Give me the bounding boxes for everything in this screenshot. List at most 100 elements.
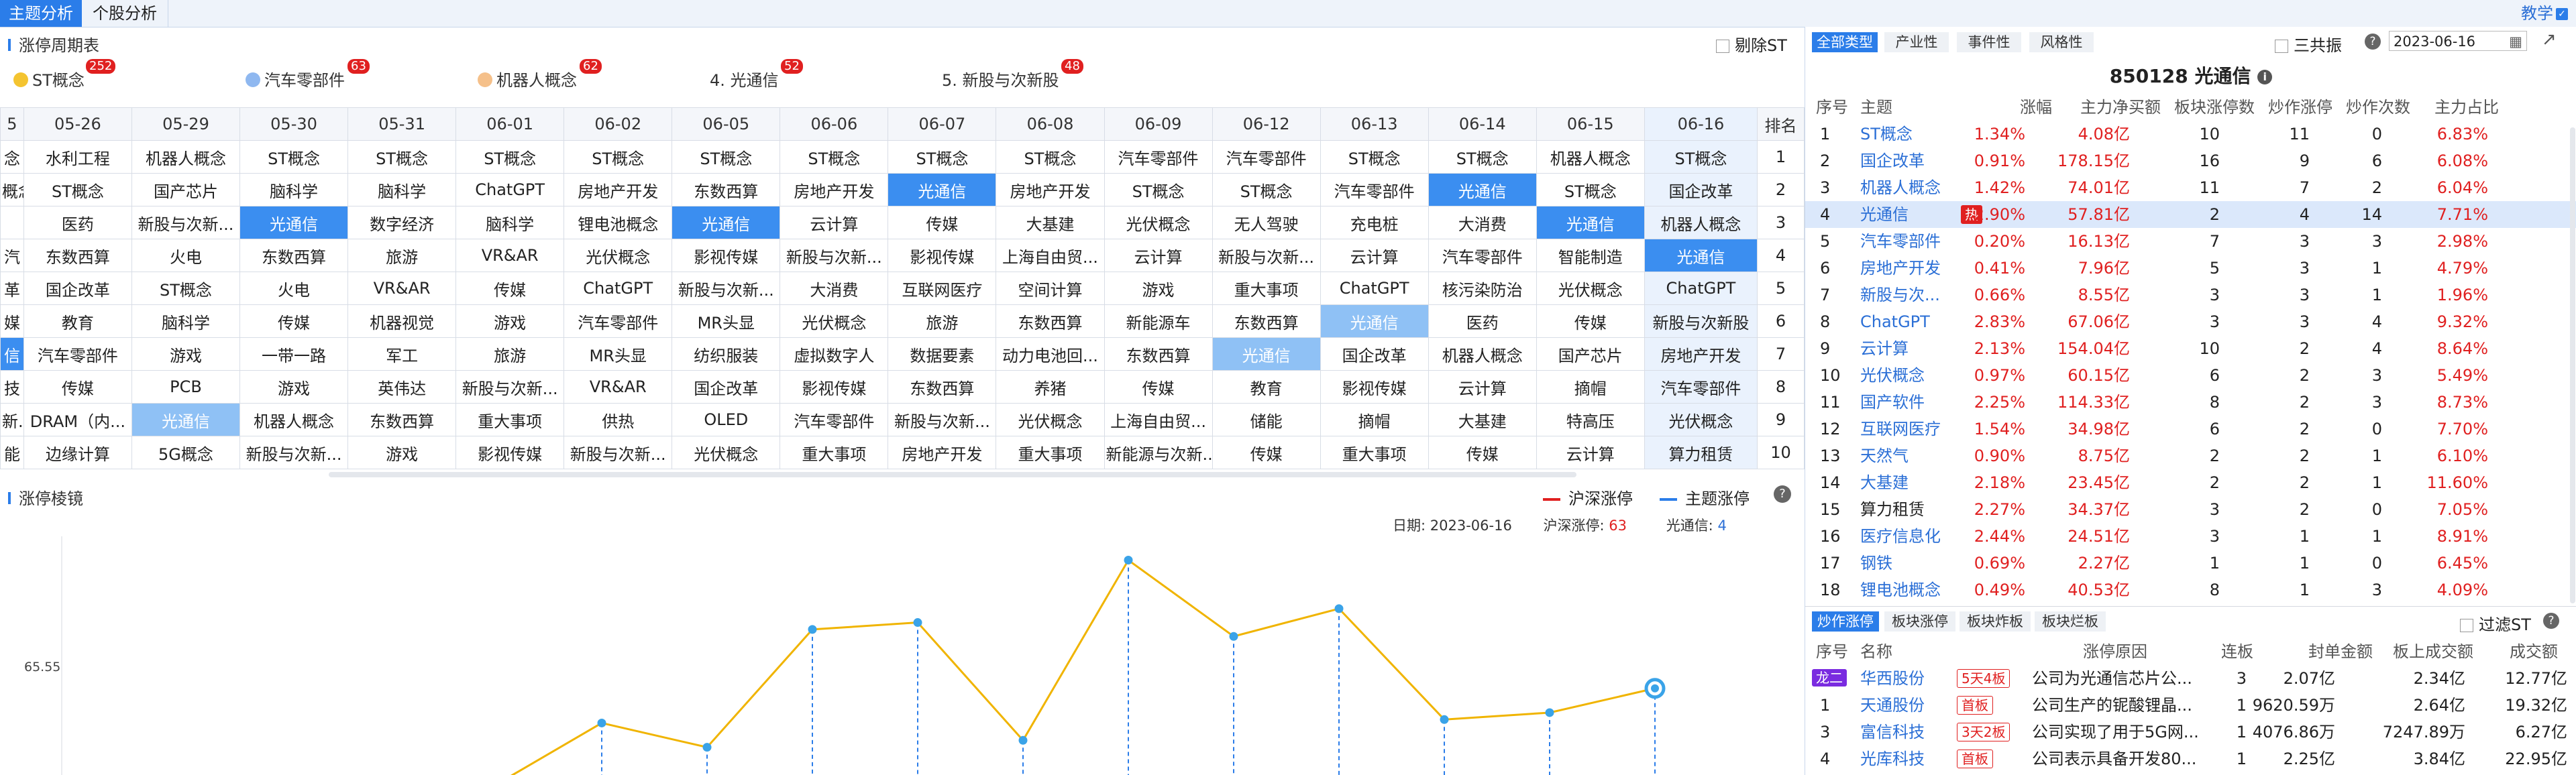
- theme-cell[interactable]: MR头显: [564, 337, 673, 371]
- theme-cell[interactable]: 光通信: [888, 173, 997, 206]
- theme-name[interactable]: 医疗信息化: [1860, 523, 1941, 550]
- theme-cell[interactable]: 火电: [131, 239, 241, 272]
- theme-row[interactable]: 1 ST概念 1.34% 4.08亿 10 11 0 6.83%: [1805, 121, 2576, 147]
- theme-cell[interactable]: 大基建: [996, 206, 1105, 239]
- theme-cell[interactable]: 机器人概念: [1536, 140, 1645, 174]
- theme-cell[interactable]: 新股与次新...: [239, 436, 349, 469]
- theme-cell[interactable]: 信: [0, 337, 24, 371]
- theme-cell[interactable]: 动力电池回...: [996, 337, 1105, 371]
- tab-style[interactable]: 风格性: [2029, 32, 2094, 52]
- theme-cell[interactable]: 媒: [0, 304, 24, 338]
- theme-cell[interactable]: 摘帽: [1536, 370, 1645, 404]
- theme-cell[interactable]: 新股与次新股: [1644, 304, 1758, 338]
- theme-cell[interactable]: 东数西算: [996, 304, 1105, 338]
- theme-cell[interactable]: 英伟达: [347, 370, 457, 404]
- theme-cell[interactable]: 游戏: [455, 304, 565, 338]
- theme-cell[interactable]: 国产芯片: [1536, 337, 1645, 371]
- theme-cell[interactable]: 脑科学: [131, 304, 241, 338]
- theme-row[interactable]: 18 锂电池概念 0.49% 40.53亿 8 1 3 4.09%: [1805, 577, 2576, 603]
- theme-cell[interactable]: 新...: [0, 403, 24, 436]
- stock-name[interactable]: 天通股份: [1860, 692, 1925, 719]
- horizontal-scrollbar[interactable]: [329, 472, 1576, 477]
- date-header-cell[interactable]: 06-05: [672, 107, 781, 141]
- sanggong-toggle[interactable]: 三共振: [2275, 32, 2342, 56]
- theme-cell[interactable]: ChatGPT: [455, 173, 565, 206]
- theme-cell[interactable]: 大基建: [1428, 403, 1537, 436]
- date-header-cell[interactable]: 06-07: [888, 107, 997, 141]
- sanggong-checkbox[interactable]: [2275, 40, 2288, 53]
- tab-industry[interactable]: 产业性: [1884, 32, 1949, 52]
- data-point[interactable]: [597, 718, 606, 727]
- theme-cell[interactable]: 光伏概念: [1536, 272, 1645, 305]
- expand-icon[interactable]: ↗: [2542, 29, 2557, 50]
- theme-cell[interactable]: 特高压: [1536, 403, 1645, 436]
- help-icon[interactable]: ?: [2543, 613, 2559, 629]
- theme-cell[interactable]: 传媒: [1536, 304, 1645, 338]
- theme-cell[interactable]: 光通信: [1536, 206, 1645, 239]
- theme-cell[interactable]: 储能: [1212, 403, 1321, 436]
- theme-cell[interactable]: 房地产开发: [888, 436, 997, 469]
- theme-cell[interactable]: 汽车零部件: [1428, 239, 1537, 272]
- date-header-cell[interactable]: 05-26: [23, 107, 132, 141]
- date-picker[interactable]: 2023-06-16 ▦: [2389, 31, 2527, 51]
- theme-cell[interactable]: 旅游: [455, 337, 565, 371]
- date-header-cell[interactable]: 06-01: [455, 107, 565, 141]
- theme-cell[interactable]: 重大事项: [780, 436, 889, 469]
- theme-cell[interactable]: 东数西算: [23, 239, 132, 272]
- theme-cell[interactable]: 传媒: [1104, 370, 1213, 404]
- calendar-icon[interactable]: ▦: [2509, 32, 2522, 52]
- theme-cell[interactable]: 脑科学: [347, 173, 457, 206]
- theme-cell[interactable]: 汽: [0, 239, 24, 272]
- theme-cell[interactable]: 重大事项: [996, 436, 1105, 469]
- theme-cell[interactable]: 脑科学: [239, 173, 349, 206]
- vertical-scrollbar[interactable]: [2570, 127, 2575, 603]
- theme-row[interactable]: 12 互联网医疗 1.54% 34.98亿 6 2 0 7.70%: [1805, 416, 2576, 442]
- theme-cell[interactable]: ST概念: [239, 140, 349, 174]
- theme-cell[interactable]: ST概念: [672, 140, 781, 174]
- theme-name[interactable]: 光伏概念: [1860, 362, 1925, 389]
- theme-row[interactable]: 2 国企改革 0.91% 178.15亿 16 9 6 6.08%: [1805, 147, 2576, 174]
- theme-cell[interactable]: 光伏概念: [780, 304, 889, 338]
- theme-cell[interactable]: 新能源与次新...: [1104, 436, 1213, 469]
- theme-cell[interactable]: 云计算: [1104, 239, 1213, 272]
- theme-cell[interactable]: 新股与次新...: [131, 206, 241, 239]
- theme-cell[interactable]: ST概念: [888, 140, 997, 174]
- theme-cell[interactable]: 影视传媒: [1320, 370, 1429, 404]
- theme-cell[interactable]: 新股与次新...: [1212, 239, 1321, 272]
- theme-cell[interactable]: 数据要素: [888, 337, 997, 371]
- theme-cell[interactable]: 重大事项: [1320, 436, 1429, 469]
- data-point[interactable]: [1545, 708, 1554, 717]
- theme-cell[interactable]: 云计算: [1536, 436, 1645, 469]
- theme-cell[interactable]: OLED: [672, 403, 781, 436]
- theme-cell[interactable]: 无人驾驶: [1212, 206, 1321, 239]
- theme-cell[interactable]: 传媒: [1428, 436, 1537, 469]
- theme-cell[interactable]: 光伏概念: [672, 436, 781, 469]
- theme-cell[interactable]: 一带一路: [239, 337, 349, 371]
- theme-cell[interactable]: 光伏概念: [564, 239, 673, 272]
- theme-cell[interactable]: 汽车零部件: [1104, 140, 1213, 174]
- exclude-st-toggle[interactable]: 剔除ST: [1716, 32, 1787, 56]
- theme-name[interactable]: 汽车零部件: [1860, 228, 1941, 255]
- theme-cell[interactable]: ChatGPT: [564, 272, 673, 305]
- theme-name[interactable]: 锂电池概念: [1860, 577, 1941, 603]
- theme-cell[interactable]: ST概念: [1104, 173, 1213, 206]
- data-point[interactable]: [808, 625, 817, 634]
- theme-cell[interactable]: 水利工程: [23, 140, 132, 174]
- theme-cell[interactable]: 纺织服装: [672, 337, 781, 371]
- theme-cell[interactable]: 汽车零部件: [780, 403, 889, 436]
- theme-cell[interactable]: 旅游: [888, 304, 997, 338]
- theme-cell[interactable]: 东数西算: [1104, 337, 1213, 371]
- theme-cell[interactable]: 机器人概念: [239, 403, 349, 436]
- theme-cell[interactable]: 充电桩: [1320, 206, 1429, 239]
- theme-cell[interactable]: 东数西算: [239, 239, 349, 272]
- theme-cell[interactable]: 智能制造: [1536, 239, 1645, 272]
- theme-cell[interactable]: [0, 206, 24, 239]
- stock-row[interactable]: 4 光库科技 首板 公司表示具备开发80... 1 2.25亿 3.84亿 22.95亿: [1805, 746, 2576, 772]
- theme-cell[interactable]: 房地产开发: [780, 173, 889, 206]
- stock-name[interactable]: 华西股份: [1860, 665, 1925, 692]
- theme-cell[interactable]: 机器人概念: [1428, 337, 1537, 371]
- theme-cell[interactable]: 汽车零部件: [1212, 140, 1321, 174]
- theme-cell[interactable]: 互联网医疗: [888, 272, 997, 305]
- theme-row[interactable]: 6 房地产开发 0.41% 7.96亿 5 3 1 4.79%: [1805, 255, 2576, 282]
- theme-cell[interactable]: 革: [0, 272, 24, 305]
